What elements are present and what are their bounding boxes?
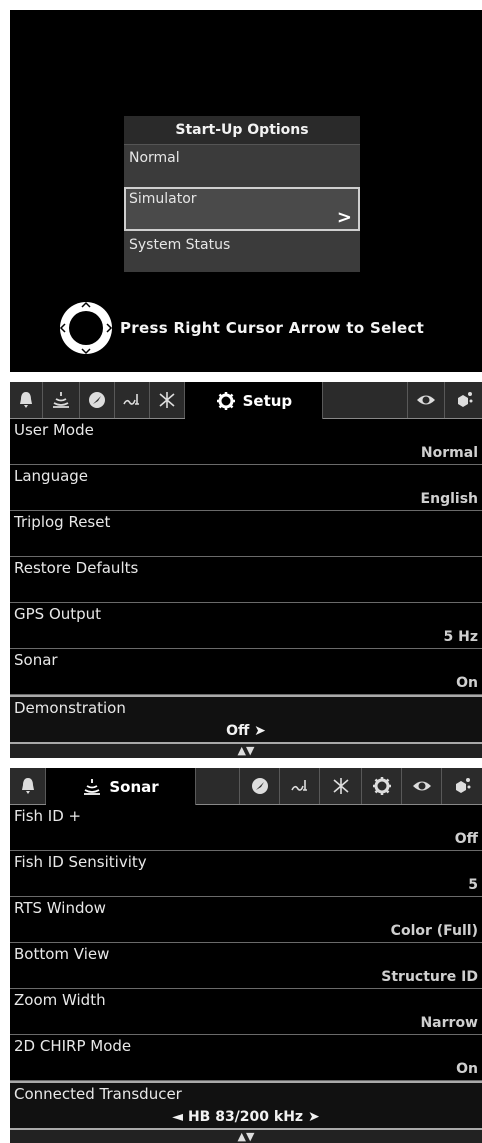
bell-icon — [21, 778, 34, 794]
row-value: Structure ID — [381, 969, 478, 985]
row-label: Connected Transducer — [14, 1085, 182, 1103]
select-hint: Press Right Cursor Arrow to Select — [58, 298, 424, 358]
row-value: Off — [454, 831, 478, 847]
sonar-icon — [84, 778, 101, 795]
option-simulator[interactable]: Simulator > — [124, 187, 360, 231]
row-label: RTS Window — [14, 899, 106, 917]
chevron-right-icon: > — [336, 207, 352, 228]
option-label: Normal — [129, 150, 180, 166]
row-label: GPS Output — [14, 605, 102, 623]
sonar-menu-panel: Sonar Fish ID + Off Fish ID Sensitivity … — [10, 768, 482, 1143]
gear-icon — [372, 777, 391, 795]
row-label: Triplog Reset — [14, 513, 111, 531]
row-label: Zoom Width — [14, 991, 106, 1009]
menu-row-rts-window[interactable]: RTS Window Color (Full) — [10, 897, 482, 943]
menu-row-triplog-reset[interactable]: Triplog Reset — [10, 511, 482, 557]
menu-row-zoom-width[interactable]: Zoom Width Narrow — [10, 989, 482, 1035]
row-value: On — [456, 675, 478, 691]
tab-navigation[interactable] — [240, 768, 280, 804]
option-normal[interactable]: Normal — [124, 146, 360, 186]
dialog-title: Start-Up Options — [124, 116, 360, 145]
row-value: English — [420, 491, 478, 507]
tab-spacer — [196, 768, 240, 804]
network-icon — [456, 778, 471, 793]
menu-row-sonar[interactable]: Sonar On — [10, 649, 482, 695]
cursor-dpad-icon — [59, 301, 113, 355]
menu-row-connected-transducer[interactable]: Connected Transducer ◄ HB 83/200 kHz ➤ — [10, 1081, 482, 1130]
row-value: Narrow — [420, 1015, 478, 1031]
bell-icon — [20, 392, 33, 408]
tab-sonar[interactable] — [43, 382, 81, 418]
row-label: Sonar — [14, 651, 58, 669]
row-label: Language — [14, 467, 89, 485]
tab-setup[interactable] — [362, 768, 402, 804]
row-label: Restore Defaults — [14, 559, 139, 577]
tab-accessories[interactable] — [150, 382, 186, 418]
accessories-icon — [332, 778, 349, 794]
row-label: Fish ID + — [14, 807, 82, 825]
menu-row-gps-output[interactable]: GPS Output 5 Hz — [10, 603, 482, 649]
startup-options-dialog: Start-Up Options Normal Simulator > Syst… — [124, 116, 360, 272]
tab-chart[interactable] — [115, 382, 151, 418]
menu-row-demonstration[interactable]: Demonstration Off ➤ — [10, 695, 482, 744]
tab-spacer — [323, 382, 409, 418]
accessories-icon — [159, 392, 175, 408]
menu-row-fish-id-plus[interactable]: Fish ID + Off — [10, 805, 482, 851]
hint-text: Press Right Cursor Arrow to Select — [120, 319, 425, 337]
menu-tab-bar: Sonar — [10, 768, 482, 805]
tab-label: Sonar — [109, 777, 159, 796]
menu-row-language[interactable]: Language English — [10, 465, 482, 511]
row-value: On — [456, 1061, 478, 1077]
eye-icon — [412, 781, 431, 791]
row-value: Normal — [420, 445, 478, 461]
menu-row-bottom-view[interactable]: Bottom View Structure ID — [10, 943, 482, 989]
menu-row-fish-id-sensitivity[interactable]: Fish ID Sensitivity 5 — [10, 851, 482, 897]
row-label: User Mode — [14, 421, 94, 439]
scroll-indicator[interactable]: ▲▼ — [10, 744, 482, 758]
eye-icon — [417, 395, 436, 405]
menu-row-2d-chirp-mode[interactable]: 2D CHIRP Mode On — [10, 1035, 482, 1081]
option-label: System Status — [129, 237, 231, 253]
tab-network[interactable] — [442, 768, 482, 804]
tab-alarms[interactable] — [10, 768, 46, 804]
menu-row-user-mode[interactable]: User Mode Normal — [10, 419, 482, 465]
chart-icon — [290, 780, 307, 791]
tab-sonar[interactable]: Sonar — [46, 768, 196, 805]
tab-accessories[interactable] — [320, 768, 362, 804]
chart-icon — [123, 394, 140, 405]
option-label: Simulator — [129, 191, 197, 207]
option-system-status[interactable]: System Status — [124, 233, 360, 271]
tab-label: Setup — [242, 391, 293, 410]
row-label: Demonstration — [14, 699, 126, 717]
tab-views[interactable] — [408, 382, 446, 418]
row-label: Bottom View — [14, 945, 110, 963]
tab-chart[interactable] — [280, 768, 320, 804]
row-value: Off ➤ — [226, 723, 266, 739]
tab-navigation[interactable] — [80, 382, 116, 418]
tab-alarms[interactable] — [10, 382, 44, 418]
tab-views[interactable] — [402, 768, 442, 804]
compass-icon — [89, 392, 106, 408]
scroll-indicator[interactable]: ▲▼ — [10, 1130, 482, 1143]
row-value: Color (Full) — [390, 923, 478, 939]
sonar-icon — [53, 392, 70, 408]
startup-screen: Start-Up Options Normal Simulator > Syst… — [10, 10, 482, 372]
row-value: 5 — [468, 877, 478, 893]
row-value: 5 Hz — [443, 629, 478, 645]
gear-icon — [216, 391, 235, 410]
tab-setup[interactable]: Setup — [185, 382, 324, 419]
network-icon — [457, 392, 473, 407]
row-label: Fish ID Sensitivity — [14, 853, 147, 871]
row-value: ◄ HB 83/200 kHz ➤ — [172, 1109, 320, 1125]
row-label: 2D CHIRP Mode — [14, 1037, 132, 1055]
menu-row-restore-defaults[interactable]: Restore Defaults — [10, 557, 482, 603]
setup-menu-panel: Setup User Mode Normal Language English … — [10, 382, 482, 758]
menu-tab-bar: Setup — [10, 382, 482, 419]
compass-icon — [251, 778, 268, 794]
tab-network[interactable] — [445, 382, 482, 418]
